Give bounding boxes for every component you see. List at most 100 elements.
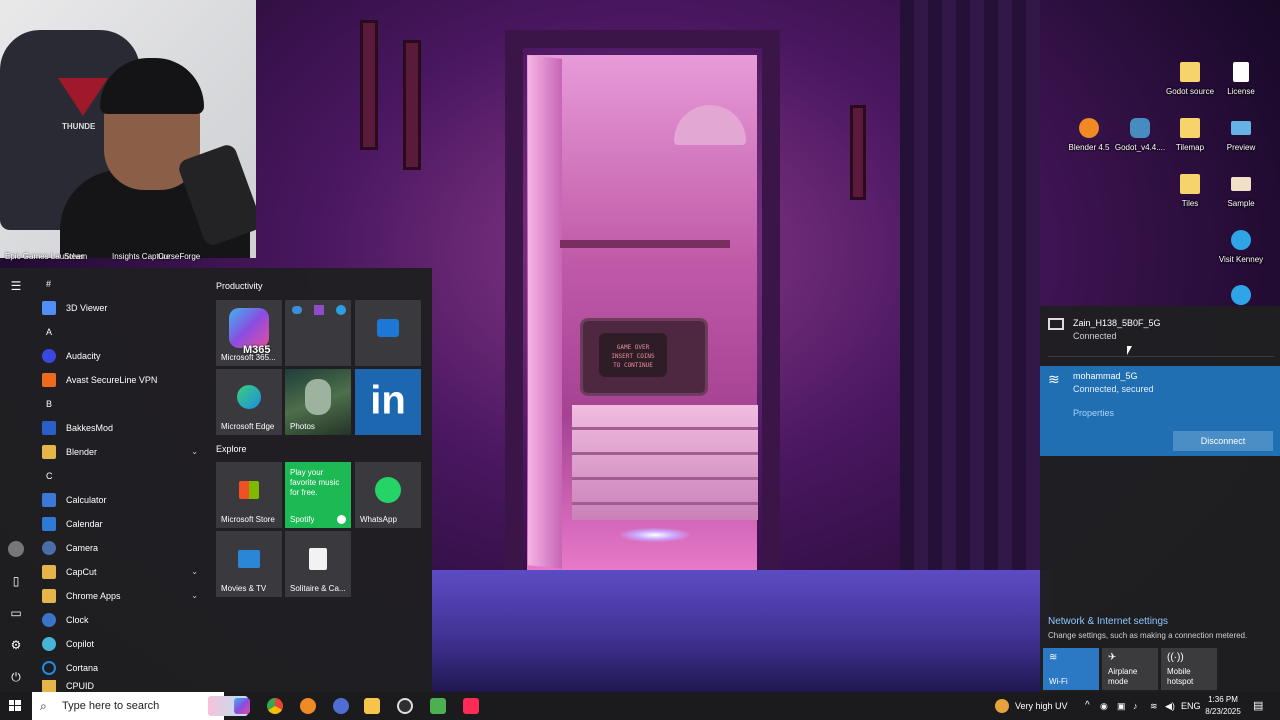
tile-outlook[interactable] bbox=[355, 300, 421, 366]
taskbar-minecraft-icon[interactable] bbox=[430, 698, 446, 714]
image-icon bbox=[1231, 177, 1251, 191]
onedrive-icon bbox=[292, 306, 302, 314]
folder-icon bbox=[42, 589, 56, 603]
tile-movies-tv[interactable]: Movies & TV bbox=[216, 531, 282, 597]
calculator-icon bbox=[42, 493, 56, 507]
app-item-copilot[interactable]: Copilot bbox=[32, 632, 208, 656]
quick-action-label: Mobile hotspot bbox=[1167, 667, 1194, 686]
app-item-calculator[interactable]: Calculator bbox=[32, 488, 208, 512]
taskbar-file-explorer-icon[interactable] bbox=[364, 698, 380, 714]
app-item-audacity[interactable]: Audacity bbox=[32, 344, 208, 368]
settings-gear-icon[interactable]: ⚙ bbox=[8, 637, 24, 653]
network-status: Connected, secured bbox=[1073, 384, 1154, 394]
hamburger-menu-icon[interactable]: ☰ bbox=[8, 278, 24, 294]
tray-app-icon[interactable]: ▣ bbox=[1117, 692, 1126, 720]
app-item-blender-folder[interactable]: Blender ⌄ bbox=[32, 440, 208, 464]
quick-action-hotspot[interactable]: ((·)) Mobile hotspot bbox=[1161, 648, 1217, 690]
taskbar-obs-icon[interactable] bbox=[333, 698, 349, 714]
app-item-bakkesmod[interactable]: BakkesMod bbox=[32, 416, 208, 440]
app-list-header-b[interactable]: B bbox=[32, 392, 208, 416]
tile-linkedin[interactable]: in bbox=[355, 369, 421, 435]
app-item-chrome-apps-folder[interactable]: Chrome Apps ⌄ bbox=[32, 584, 208, 608]
tile-microsoft-edge[interactable]: Microsoft Edge bbox=[216, 369, 282, 435]
tile-spotify[interactable]: Play your favorite music for free. Spoti… bbox=[285, 462, 351, 528]
godot-icon bbox=[1130, 118, 1150, 138]
taskbar-search-box[interactable]: ⌕ Type here to search bbox=[32, 692, 248, 720]
tile-photos[interactable]: Photos bbox=[285, 369, 351, 435]
app-item-cpuid-folder[interactable]: CPUID bbox=[32, 680, 208, 692]
quick-action-wifi[interactable]: ≋ Wi-Fi bbox=[1043, 648, 1099, 690]
taskbar-blender-icon[interactable] bbox=[300, 698, 316, 714]
app-item-clock[interactable]: Clock bbox=[32, 608, 208, 632]
desktop-label-curseforge[interactable]: CurseForge bbox=[158, 252, 200, 261]
app-item-label: CPUID bbox=[66, 681, 95, 691]
tile-solitaire[interactable]: Solitaire & Ca... bbox=[285, 531, 351, 597]
power-icon[interactable]: ⏻ bbox=[8, 669, 24, 685]
app-item-camera[interactable]: Camera bbox=[32, 536, 208, 560]
app-list-header-c[interactable]: C bbox=[32, 464, 208, 488]
taskbar-github-icon[interactable] bbox=[397, 698, 413, 714]
folder-icon bbox=[1180, 174, 1200, 194]
hotspot-icon: ((·)) bbox=[1167, 652, 1184, 663]
app-list-header-hash[interactable]: # bbox=[32, 272, 208, 296]
network-item-ethernet[interactable]: Zain_H138_5B0F_5G Connected bbox=[1040, 306, 1280, 356]
app-item-label: Audacity bbox=[66, 351, 101, 361]
quick-action-label: Airplane mode bbox=[1108, 667, 1138, 686]
weather-uv-icon[interactable] bbox=[995, 699, 1009, 713]
windows-start-button[interactable] bbox=[4, 696, 26, 716]
tile-label: Microsoft 365... bbox=[221, 353, 276, 362]
tile-microsoft-store[interactable]: Microsoft Store bbox=[216, 462, 282, 528]
network-item-wifi-active[interactable]: ≋ mohammad_5G Connected, secured Propert… bbox=[1040, 366, 1280, 456]
tile-microsoft-365[interactable]: M365 Microsoft 365... bbox=[216, 300, 282, 366]
desktop-icon-visit-kenney[interactable]: Visit Kenney bbox=[1211, 230, 1271, 264]
desktop-icon-sample[interactable]: Sample bbox=[1211, 174, 1271, 208]
app-item-calendar[interactable]: Calendar bbox=[32, 512, 208, 536]
search-placeholder: Type here to search bbox=[62, 700, 160, 712]
photos-preview-icon bbox=[305, 378, 331, 415]
solitaire-icon bbox=[309, 547, 327, 570]
search-icon: ⌕ bbox=[40, 698, 47, 713]
microphone-icon[interactable]: ♪ bbox=[1133, 692, 1138, 720]
taskbar-m365-icon[interactable] bbox=[234, 698, 250, 714]
chevron-up-icon[interactable]: ^ bbox=[1085, 692, 1090, 720]
properties-link[interactable]: Properties bbox=[1073, 408, 1114, 418]
app-item-avast-vpn[interactable]: Avast SecureLine VPN bbox=[32, 368, 208, 392]
quick-action-airplane[interactable]: ✈ Airplane mode bbox=[1102, 648, 1158, 690]
taskbar-tiktok-icon[interactable] bbox=[463, 698, 479, 714]
app-item-capcut-folder[interactable]: CapCut ⌄ bbox=[32, 560, 208, 584]
network-settings-link[interactable]: Network & Internet settings bbox=[1048, 616, 1168, 627]
group-title-explore[interactable]: Explore bbox=[216, 444, 247, 454]
app-item-label: Copilot bbox=[66, 639, 95, 649]
network-flyout: Zain_H138_5B0F_5G Connected ≋ mohammad_5… bbox=[1040, 306, 1280, 692]
tile-whatsapp[interactable]: WhatsApp bbox=[355, 462, 421, 528]
tile-office-apps[interactable] bbox=[285, 300, 351, 366]
app-item-cortana[interactable]: Cortana bbox=[32, 656, 208, 680]
blender-icon bbox=[1079, 118, 1099, 138]
network-name: mohammad_5G bbox=[1073, 371, 1138, 381]
desktop-icon-license[interactable]: License bbox=[1211, 62, 1271, 96]
app-item-label: Cortana bbox=[66, 663, 99, 673]
wifi-secured-icon: ≋ bbox=[1048, 371, 1060, 387]
app-list-header-a[interactable]: A bbox=[32, 320, 208, 344]
calendar-icon bbox=[42, 517, 56, 531]
notification-center-icon[interactable]: ▤ bbox=[1253, 692, 1263, 720]
pictures-icon[interactable]: ▭ bbox=[8, 605, 24, 621]
volume-icon[interactable]: ◀) bbox=[1165, 692, 1175, 720]
airplane-icon: ✈ bbox=[1108, 652, 1117, 663]
documents-icon[interactable]: ▯ bbox=[8, 573, 24, 589]
desktop-label-steam[interactable]: Steam bbox=[64, 252, 87, 261]
taskbar-chrome-icon[interactable] bbox=[267, 698, 283, 714]
disconnect-button[interactable]: Disconnect bbox=[1173, 431, 1273, 451]
app-item-label: Camera bbox=[66, 543, 99, 553]
user-avatar-icon[interactable] bbox=[8, 541, 24, 557]
network-status: Connected bbox=[1073, 331, 1117, 341]
app-item-3d-viewer[interactable]: 3D Viewer bbox=[32, 296, 208, 320]
tray-record-icon[interactable]: ◉ bbox=[1100, 692, 1108, 720]
wifi-tray-icon[interactable]: ≋ bbox=[1150, 692, 1158, 720]
taskbar-clock[interactable]: 1:36 PM 8/23/2025 bbox=[1198, 694, 1248, 718]
weather-text[interactable]: Very high UV bbox=[1015, 692, 1068, 720]
desktop-icon-preview[interactable]: Preview bbox=[1211, 118, 1271, 152]
start-menu: ☰ ▯ ▭ ⚙ ⏻ # 3D Viewer A Audacity Avast S… bbox=[0, 268, 432, 692]
tile-label: WhatsApp bbox=[360, 515, 397, 524]
group-title-productivity[interactable]: Productivity bbox=[216, 281, 263, 291]
